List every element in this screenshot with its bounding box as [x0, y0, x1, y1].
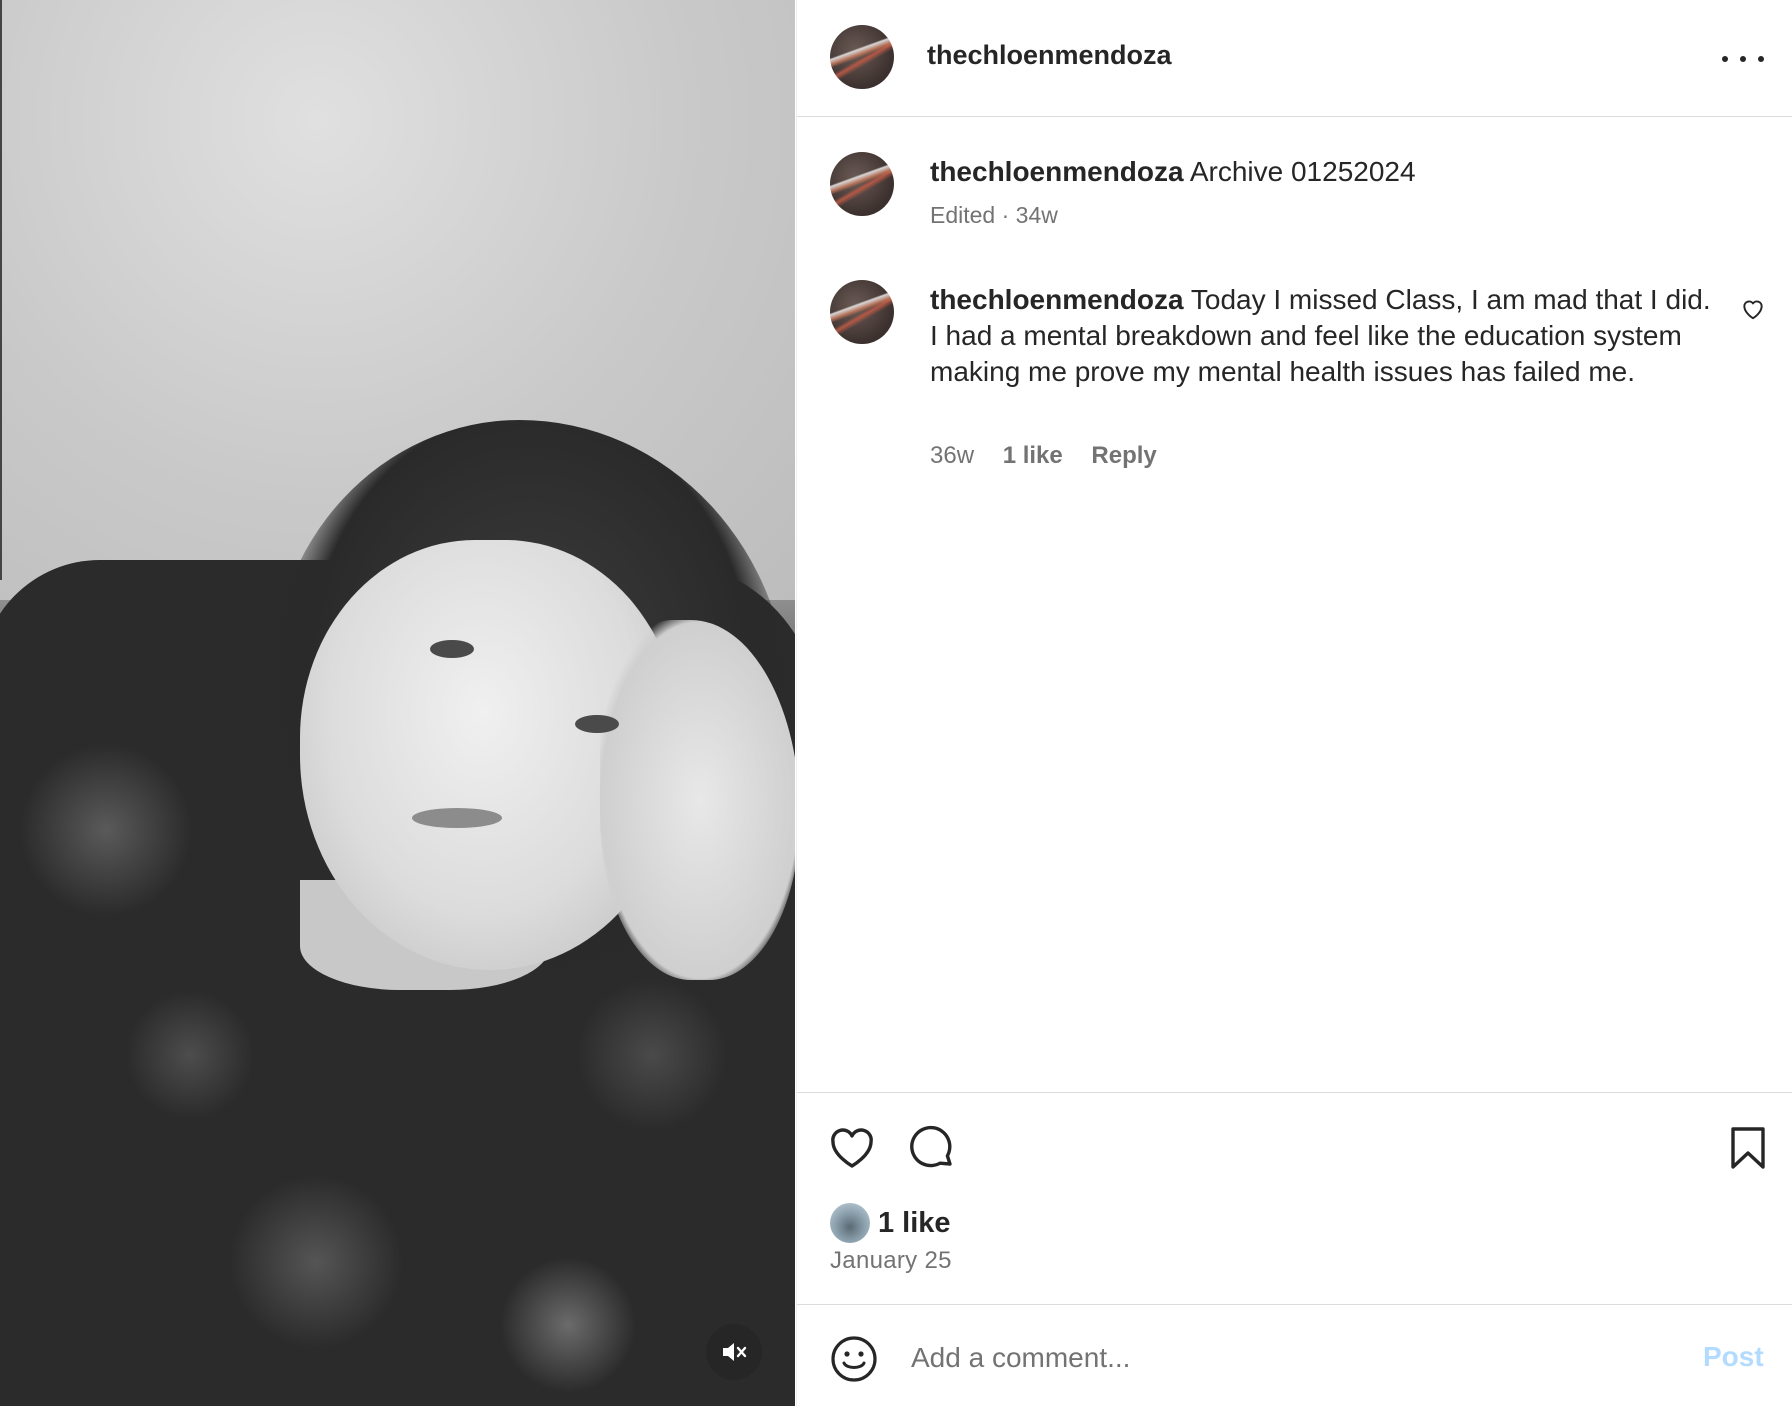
- photo-hand: [600, 620, 795, 980]
- photo-lips: [412, 808, 502, 828]
- comment-icon[interactable]: [907, 1123, 957, 1173]
- caption-text: thechloenmendoza Archive 01252024: [930, 156, 1416, 188]
- comment-time: 36w: [930, 442, 975, 469]
- bookmark-icon[interactable]: [1723, 1123, 1773, 1173]
- likes-summary[interactable]: 1 like: [830, 1203, 951, 1243]
- caption-meta: Edited · 34w: [930, 202, 1058, 228]
- likes-count[interactable]: 1 like: [878, 1207, 951, 1240]
- avatar[interactable]: [830, 152, 894, 216]
- avatar[interactable]: [830, 25, 894, 89]
- photo-edge: [0, 0, 2, 580]
- comment-input[interactable]: [909, 1327, 1673, 1389]
- mute-button[interactable]: [706, 1324, 762, 1380]
- post-comment-button[interactable]: Post: [1703, 1341, 1764, 1373]
- photo-eye: [575, 715, 619, 733]
- heart-icon[interactable]: [827, 1123, 877, 1173]
- more-options-button[interactable]: [1722, 44, 1764, 74]
- more-dot-icon: [1740, 56, 1746, 62]
- speaker-muted-icon: [723, 1343, 747, 1361]
- liker-avatar[interactable]: [830, 1203, 870, 1243]
- photo-eye: [430, 640, 474, 658]
- heart-icon[interactable]: [1740, 296, 1766, 322]
- comment-username[interactable]: thechloenmendoza: [930, 284, 1184, 315]
- post-header: thechloenmendoza: [797, 0, 1792, 117]
- comment-meta: 36w 1 like Reply: [930, 442, 1179, 470]
- header-username[interactable]: thechloenmendoza: [927, 40, 1172, 71]
- post-actions: 1 like January 25: [797, 1092, 1792, 1303]
- post-date: January 25: [830, 1247, 952, 1274]
- comment-text: thechloenmendoza Today I missed Class, I…: [930, 282, 1720, 390]
- comment-likes[interactable]: 1 like: [1003, 442, 1063, 469]
- more-dot-icon: [1758, 56, 1764, 62]
- emoji-icon[interactable]: [830, 1335, 878, 1383]
- post-media[interactable]: [0, 0, 795, 1406]
- avatar[interactable]: [830, 280, 894, 344]
- reply-button[interactable]: Reply: [1091, 442, 1156, 469]
- caption-body: Archive 01252024: [1189, 156, 1416, 187]
- caption-username[interactable]: thechloenmendoza: [930, 156, 1184, 187]
- post-side-panel: thechloenmendoza thechloenmendoza Archiv…: [796, 0, 1792, 1406]
- more-dot-icon: [1722, 56, 1728, 62]
- add-comment-bar: Post: [797, 1304, 1792, 1407]
